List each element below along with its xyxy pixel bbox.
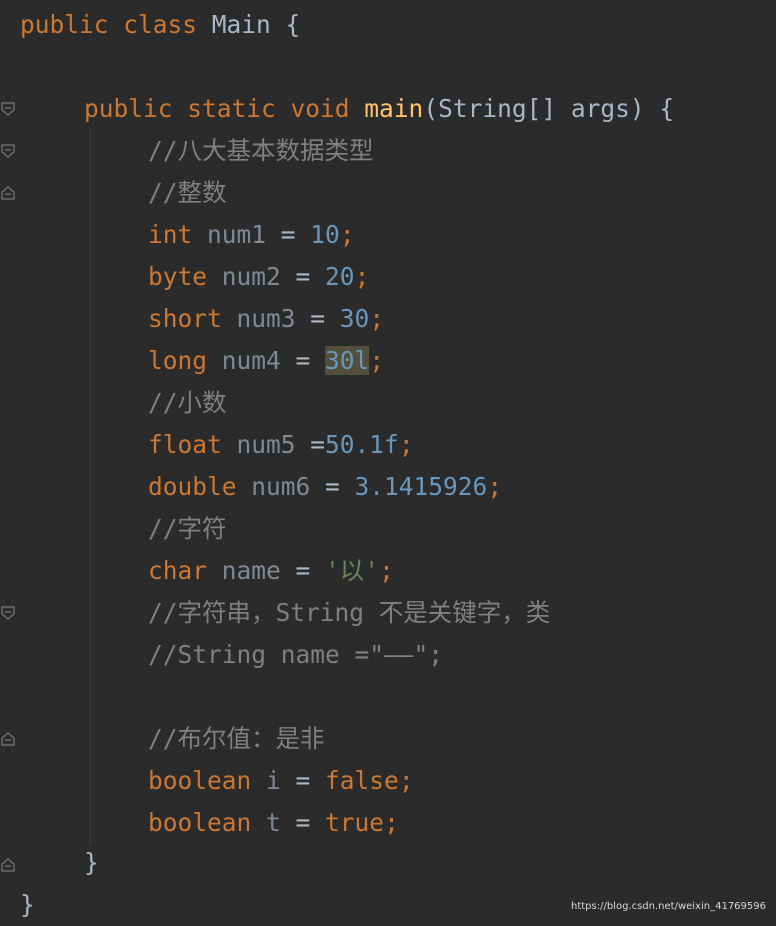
type-keyword-token: short (148, 304, 237, 333)
code-line-boolean[interactable]: boolean i = false; (148, 760, 414, 802)
type-keyword-token: byte (148, 262, 222, 291)
variable-token: num1 (207, 220, 281, 249)
code-line-class-declaration[interactable]: public class Main { (20, 4, 300, 46)
code-line-comment[interactable]: //整数 (148, 172, 227, 214)
semicolon-token: ; (354, 262, 370, 291)
semicolon-token: ; (384, 808, 399, 837)
code-line-comment[interactable]: //字符 (148, 508, 227, 550)
number-literal-token: 10 (310, 220, 340, 249)
code-line-double[interactable]: double num6 = 3.1415926; (148, 466, 502, 508)
comment-token: //布尔值：是非 (148, 724, 325, 753)
variable-token: num5 (236, 430, 311, 459)
code-line-float[interactable]: float num5 =50.1f; (148, 424, 414, 466)
keyword-token: public (20, 10, 124, 39)
variable-token: i (266, 766, 296, 795)
code-line-short[interactable]: short num3 = 30; (148, 298, 384, 340)
code-line-comment[interactable]: //String name ="——"; (148, 634, 443, 676)
params-token: (String[] args) { (423, 94, 675, 123)
keyword-token: class (123, 10, 212, 39)
code-line-long[interactable]: long num4 = 30l; (148, 340, 384, 382)
code-line-main-method[interactable]: public static void main(String[] args) { (84, 88, 674, 130)
semicolon-token: ; (398, 766, 414, 795)
method-name-token: main (364, 94, 424, 123)
code-line-boolean[interactable]: boolean t = true; (148, 802, 399, 844)
operator-token: = (295, 556, 326, 585)
comment-token: //字符串，String 不是关键字，类 (148, 598, 551, 627)
watermark-url: https://blog.csdn.net/weixin_41769596 (570, 901, 766, 912)
variable-token: num6 (251, 472, 326, 501)
comment-token: //String name ="——"; (148, 640, 444, 669)
type-keyword-token: boolean (148, 766, 267, 795)
number-literal-token: 3.1415926 (354, 472, 488, 501)
keyword-token: void (290, 94, 365, 123)
code-line-int[interactable]: int num1 = 10; (148, 214, 355, 256)
semicolon-token: ; (379, 556, 394, 585)
operator-token: = (295, 766, 326, 795)
number-literal-token: 30 (339, 304, 370, 333)
variable-token: num2 (221, 262, 296, 291)
comment-token: //八大基本数据类型 (148, 136, 374, 165)
number-literal-token: 20 (325, 262, 355, 291)
fold-expand-end-icon[interactable] (1, 732, 15, 746)
semicolon-token: ; (398, 430, 414, 459)
type-keyword-token: char (148, 556, 222, 585)
type-keyword-token: long (148, 346, 222, 375)
code-line-comment[interactable]: //布尔值：是非 (148, 718, 325, 760)
brace-token: } (20, 890, 35, 919)
comment-token: //小数 (148, 388, 227, 417)
comment-token: //整数 (148, 178, 227, 207)
fold-expand-end-icon[interactable] (1, 186, 15, 200)
fold-collapse-icon[interactable] (1, 144, 15, 158)
indent-guide (90, 128, 91, 844)
operator-token: = (295, 262, 326, 291)
code-line-comment[interactable]: //八大基本数据类型 (148, 130, 374, 172)
fold-collapse-icon[interactable] (1, 606, 15, 620)
semicolon-token: ; (339, 220, 355, 249)
code-line-char[interactable]: char name = '以'; (148, 550, 394, 592)
code-line-byte[interactable]: byte num2 = 20; (148, 256, 369, 298)
brace-token: } (84, 848, 99, 877)
code-line-class-close[interactable]: } (20, 884, 35, 926)
boolean-literal-token: true (325, 808, 385, 837)
variable-token: num3 (236, 304, 311, 333)
code-line-comment[interactable]: //小数 (148, 382, 227, 424)
operator-token: = (280, 220, 311, 249)
number-literal-token: 50.1f (325, 430, 399, 459)
code-line-method-close[interactable]: } (84, 842, 99, 884)
boolean-literal-token: false (325, 766, 399, 795)
class-name-token: Main { (211, 10, 301, 39)
comment-token: //字符 (148, 514, 227, 543)
semicolon-token: ; (369, 304, 385, 333)
char-literal-token: '以' (325, 556, 380, 585)
editor-gutter (0, 0, 18, 922)
type-keyword-token: float (148, 430, 237, 459)
variable-token: num4 (221, 346, 296, 375)
operator-token: = (325, 472, 355, 501)
type-keyword-token: int (148, 220, 208, 249)
code-line-comment[interactable]: //字符串，String 不是关键字，类 (148, 592, 550, 634)
operator-token: = (310, 430, 326, 459)
operator-token: = (295, 808, 326, 837)
operator-token: = (295, 346, 326, 375)
semicolon-token: ; (487, 472, 503, 501)
fold-collapse-icon[interactable] (1, 102, 15, 116)
keyword-token: static (187, 94, 291, 123)
keyword-token: public (84, 94, 188, 123)
fold-expand-end-icon[interactable] (1, 858, 15, 872)
variable-token: t (266, 808, 296, 837)
variable-token: name (221, 556, 296, 585)
semicolon-token: ; (369, 346, 385, 375)
operator-token: = (310, 304, 340, 333)
highlighted-number-literal-token: 30l (325, 346, 370, 375)
type-keyword-token: double (148, 472, 252, 501)
type-keyword-token: boolean (148, 808, 267, 837)
